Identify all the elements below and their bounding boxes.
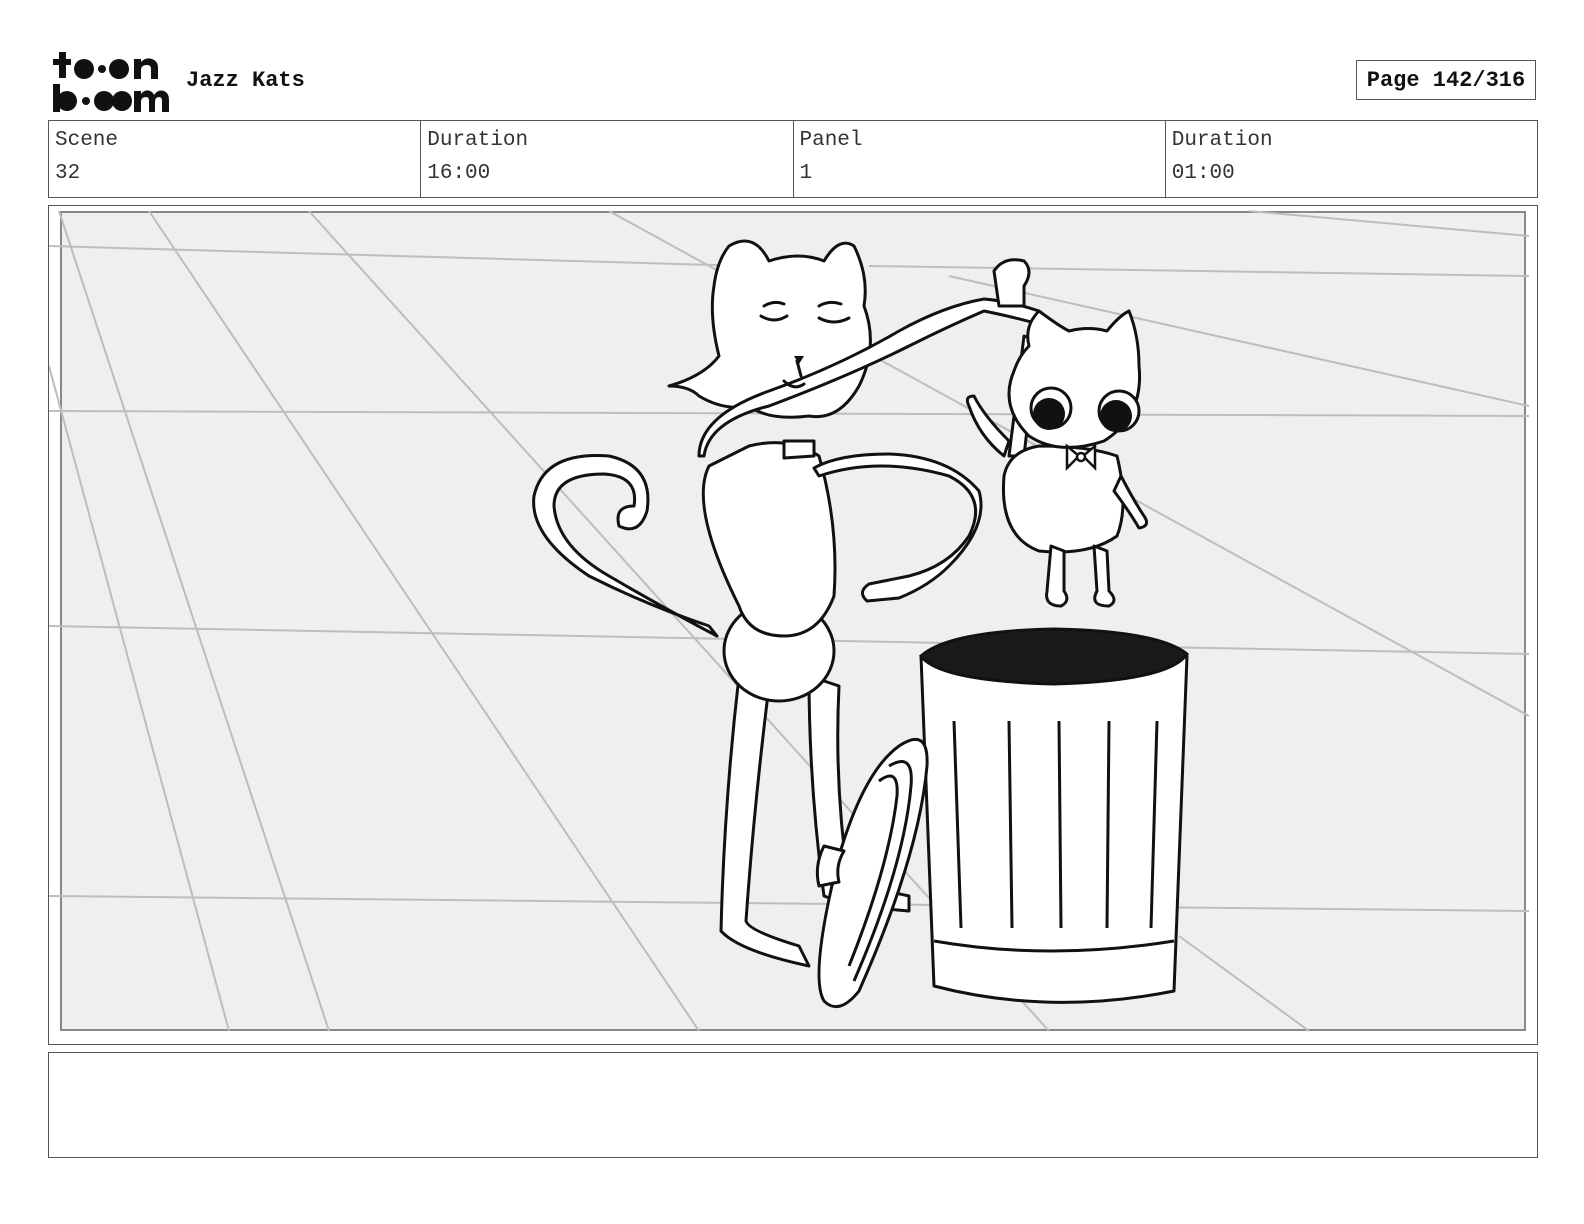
panel-value: 1: [799, 162, 813, 185]
storyboard-sketch-image: [49, 206, 1537, 1044]
scene-duration-cell: Duration 16:00: [421, 121, 794, 197]
panel-cell: Panel 1: [794, 121, 1166, 197]
scene-value: 32: [55, 162, 81, 185]
scene-duration-value: 16:00: [427, 162, 491, 185]
scene-cell: Scene 32: [49, 121, 422, 197]
project-title: Jazz Kats: [186, 68, 305, 93]
scene-info-table: Scene 32 Duration 16:00 Panel 1 Duration…: [48, 120, 1538, 198]
page-indicator: Page 142/316: [1356, 60, 1536, 100]
toonboom-logo: [53, 52, 169, 112]
trash-can-sketch: [919, 654, 1189, 1004]
panel-label: Panel: [799, 129, 863, 152]
panel-duration-value: 01:00: [1171, 162, 1235, 185]
storyboard-panel: [48, 205, 1538, 1045]
scene-label: Scene: [55, 129, 119, 152]
panel-duration-cell: Duration 01:00: [1166, 121, 1537, 197]
scene-duration-label: Duration: [427, 129, 529, 152]
panel-duration-label: Duration: [1171, 129, 1273, 152]
panel-notes-box: [48, 1052, 1538, 1158]
trash-can-opening: [918, 627, 1190, 686]
